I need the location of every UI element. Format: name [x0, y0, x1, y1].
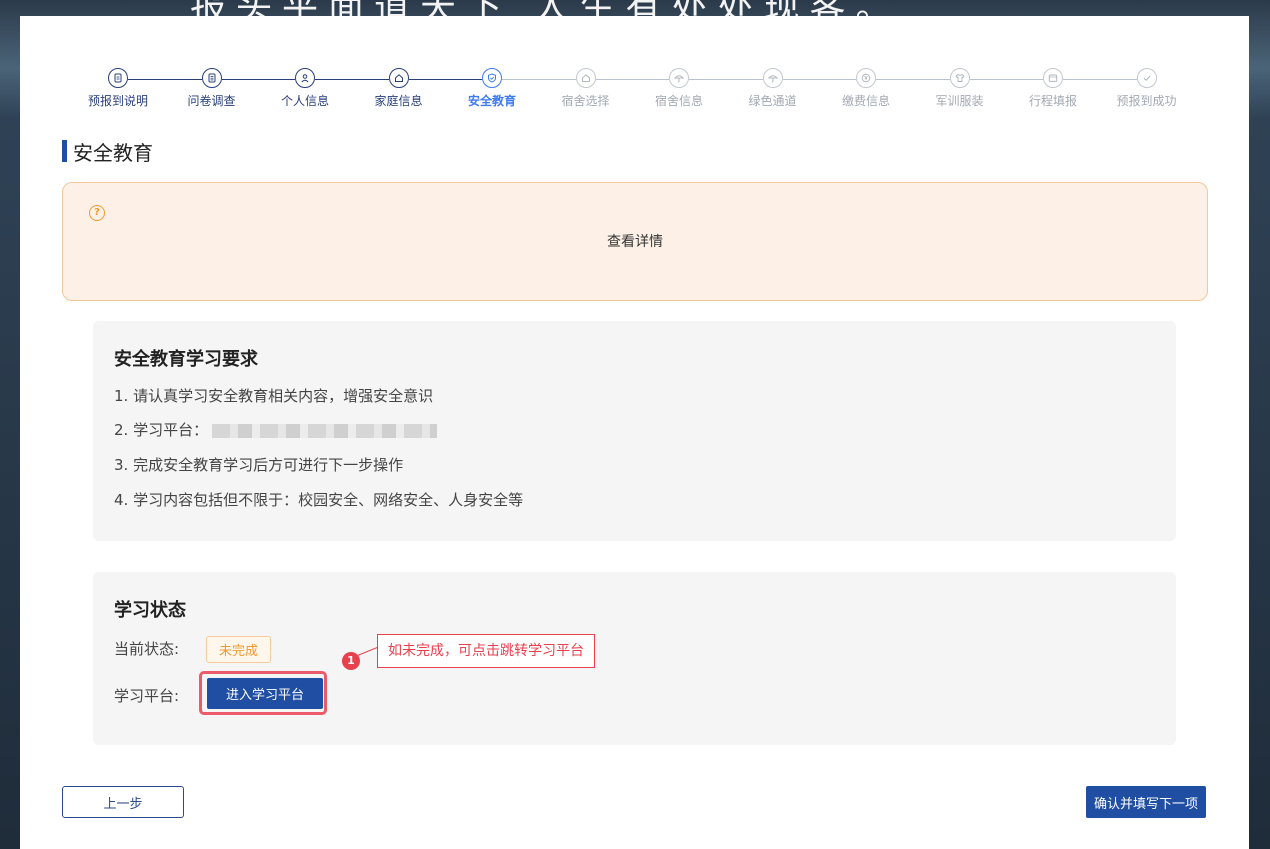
step-label: 个人信息 [280, 94, 329, 108]
question-icon: ? [89, 205, 105, 221]
step-12[interactable]: 预报到成功 [1107, 68, 1187, 109]
main-card: 预报到说明 问卷调查 个人信息 家庭信息 安全教育 宿舍选择 宿舍信息 绿色通道 缴费信息 军训服… [20, 16, 1249, 849]
requirements-panel: 安全教育学习要求 1. 请认真学习安全教育相关内容，增强安全意识 2. 学习平台… [93, 321, 1176, 541]
callout-text: 如未完成，可点击跳转学习平台 [377, 634, 595, 668]
step-7[interactable]: 宿舍信息 [639, 68, 719, 109]
step-5[interactable]: 安全教育 [452, 68, 532, 109]
umbrella-icon [762, 68, 783, 88]
step-10[interactable]: 军训服装 [920, 68, 1000, 109]
current-status-label: 当前状态: [114, 640, 180, 658]
user-icon [295, 68, 315, 88]
prev-button[interactable]: 上一步 [62, 786, 184, 818]
requirement-item-text: 2. 学习平台： [114, 421, 209, 439]
step-label: 缴费信息 [841, 94, 890, 108]
next-button[interactable]: 确认并填写下一项 [1086, 786, 1206, 818]
progress-steps: 预报到说明 问卷调查 个人信息 家庭信息 安全教育 宿舍选择 宿舍信息 绿色通道 缴费信息 军训服… [20, 16, 1249, 126]
step-11[interactable]: 行程填报 [1013, 68, 1093, 109]
enter-platform-button[interactable]: 进入学习平台 [207, 678, 323, 709]
section-title-bar [62, 140, 67, 162]
wallet-icon [1043, 68, 1063, 88]
yen-icon [856, 68, 876, 88]
redacted-url [212, 423, 438, 438]
check-icon [1136, 68, 1157, 88]
home-icon [388, 68, 409, 88]
status-title: 学习状态 [114, 600, 186, 621]
step-label: 宿舍信息 [654, 94, 703, 108]
requirement-item: 4. 学习内容包括但不限于：校园安全、网络安全、人身安全等 [114, 491, 524, 509]
step-9[interactable]: 缴费信息 [826, 68, 906, 109]
requirement-item: 2. 学习平台： [114, 419, 438, 440]
umbrella-icon [669, 68, 689, 88]
step-label: 预报到成功 [1116, 94, 1177, 108]
step-label: 预报到说明 [87, 94, 148, 108]
step-label: 家庭信息 [374, 94, 423, 108]
clipboard-icon [201, 68, 222, 88]
requirement-item: 3. 完成安全教育学习后方可进行下一步操作 [114, 456, 404, 474]
section-title: 安全教育 [62, 138, 153, 165]
step-label: 问卷调查 [187, 94, 236, 108]
callout-number: 1 [342, 652, 360, 670]
step-8[interactable]: 绿色通道 [733, 68, 813, 109]
step-2[interactable]: 问卷调查 [172, 68, 252, 109]
notice-banner: ? 查看详情 [62, 182, 1208, 301]
requirement-item: 1. 请认真学习安全教育相关内容，增强安全意识 [114, 387, 434, 405]
step-6[interactable]: 宿舍选择 [546, 68, 626, 109]
step-label: 安全教育 [467, 94, 516, 108]
step-3[interactable]: 个人信息 [265, 68, 345, 109]
status-badge: 未完成 [206, 636, 272, 663]
section-title-text: 安全教育 [73, 140, 153, 165]
home-icon [575, 68, 596, 88]
view-details-link[interactable]: 查看详情 [63, 231, 1207, 251]
platform-label: 学习平台: [114, 687, 180, 705]
step-4[interactable]: 家庭信息 [359, 68, 439, 109]
shield-icon [482, 68, 502, 88]
status-panel: 学习状态 当前状态: 未完成 学习平台: 进入学习平台 [93, 572, 1176, 745]
step-1[interactable]: 预报到说明 [78, 68, 158, 109]
shirt-icon [949, 68, 970, 88]
step-label: 行程填报 [1028, 94, 1077, 108]
requirements-title: 安全教育学习要求 [114, 349, 258, 370]
document-icon [108, 68, 128, 88]
step-label: 绿色通道 [748, 94, 797, 108]
step-label: 宿舍选择 [561, 94, 610, 108]
step-label: 军训服装 [935, 94, 984, 108]
